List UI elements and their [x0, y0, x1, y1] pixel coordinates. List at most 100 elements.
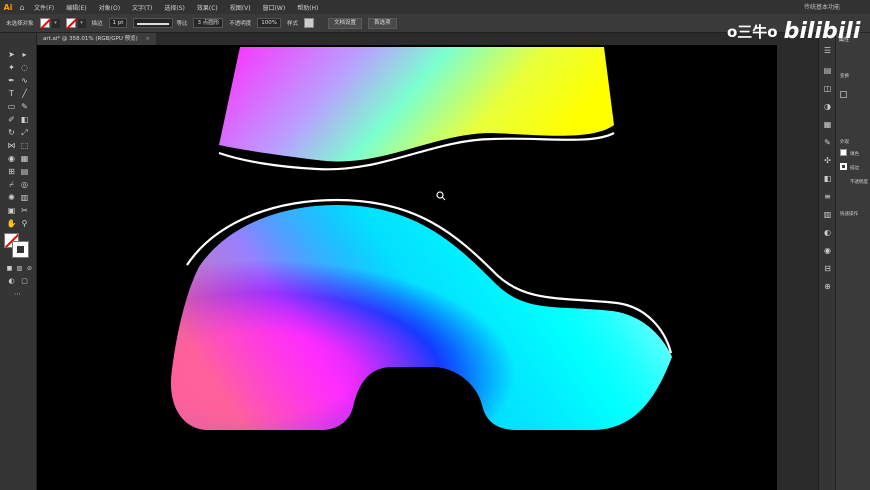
properties-panel: 属性 变换 外观 填色 描边 不透明度 快速操作 [836, 33, 870, 490]
shaper-tool-icon[interactable]: ✐ [6, 114, 17, 125]
menu-type[interactable]: 文字(T) [126, 3, 158, 12]
stroke-profile-preview[interactable] [133, 18, 174, 28]
hand-tool-icon[interactable]: ✋ [6, 218, 17, 229]
tools-panel: ➤ ▸ ✦ ◌ ✒ ∿ T ╱ ▭ ✎ ✐ ◧ ↻ ⤢ ⋈ ⬚ ◉ ▦ ⊞ ▤ … [0, 33, 37, 490]
bilibili-logo: bilibili [783, 18, 861, 44]
appearance-icon[interactable]: ◉ [822, 245, 833, 256]
selection-state: 未选择对象 [6, 21, 34, 27]
bottom-gradient-overlay [171, 205, 672, 430]
rectangle-tool-icon[interactable]: ▭ [6, 101, 17, 112]
screen-mode-icon[interactable]: ▢ [19, 276, 30, 287]
chevron-down-icon[interactable]: ▾ [77, 18, 86, 28]
eyedropper-icon[interactable]: ⌿ [6, 179, 17, 190]
direct-selection-tool-icon[interactable]: ▸ [19, 49, 30, 60]
panel-dock: ☰ ▤ ◫ ◑ ▦ ✎ ✣ ◧ ≡ ▥ ◐ ◉ ⊟ ⊕ [818, 33, 836, 490]
eraser-icon[interactable]: ◧ [19, 114, 30, 125]
align-icon[interactable]: ⊟ [822, 263, 833, 274]
slice-tool-icon[interactable]: ✂ [19, 205, 30, 216]
symbol-sprayer-icon[interactable]: ✺ [6, 192, 17, 203]
paintbrush-icon[interactable]: ✎ [19, 101, 30, 112]
variable-width-profile[interactable]: 等比 [133, 18, 187, 28]
menu-select[interactable]: 选择(S) [158, 3, 191, 12]
stroke-control[interactable]: ▾ [65, 18, 86, 28]
top-gradient-shape[interactable] [219, 47, 614, 162]
stroke-none-swatch[interactable] [65, 18, 76, 28]
opacity-field[interactable]: 100% [257, 18, 281, 28]
mesh-tool-icon[interactable]: ⊞ [6, 166, 17, 177]
perspective-grid-icon[interactable]: ▦ [19, 153, 30, 164]
width-tool-icon[interactable]: ⋈ [6, 140, 17, 151]
menu-effect[interactable]: 效果(C) [191, 3, 224, 12]
gradient-panel-icon[interactable]: ▥ [822, 209, 833, 220]
close-icon[interactable]: × [146, 36, 151, 42]
watermark-text: o三牛o [727, 22, 778, 41]
pathfinder-icon[interactable]: ⊕ [822, 281, 833, 292]
none-mode-icon[interactable]: ⊘ [24, 263, 35, 274]
scale-tool-icon[interactable]: ⤢ [19, 127, 30, 138]
rotate-tool-icon[interactable]: ↻ [6, 127, 17, 138]
stroke-panel-icon[interactable]: ≡ [822, 191, 833, 202]
stroke-label[interactable]: 描边 [92, 19, 103, 27]
fill-none-swatch[interactable] [39, 18, 50, 28]
curvature-tool-icon[interactable]: ∿ [19, 75, 30, 86]
libraries-icon[interactable]: ◫ [822, 83, 833, 94]
edit-toolbar-icon[interactable]: ⋯ [12, 289, 23, 300]
cursor-icon [436, 191, 446, 201]
draw-mode-icon[interactable]: ◐ [6, 276, 17, 287]
blend-tool-icon[interactable]: ◎ [19, 179, 30, 190]
menu-object[interactable]: 对象(O) [93, 3, 126, 12]
stroke-weight-field[interactable]: 1 pt [108, 18, 128, 28]
reference-point-icon[interactable] [840, 91, 847, 98]
artboard-canvas[interactable] [37, 45, 777, 490]
panel-collapse-strip[interactable] [810, 33, 818, 490]
appearance-label: 外观 [840, 140, 849, 145]
illustrator-window: Ai ⌂ 文件(F) 编辑(E) 对象(O) 文字(T) 选择(S) 效果(C)… [0, 0, 870, 490]
watermark: o三牛o bilibili [727, 14, 860, 48]
opacity-label[interactable]: 不透明度 [229, 19, 251, 27]
stroke-swatch[interactable] [12, 241, 29, 258]
selection-tool-icon[interactable]: ➤ [6, 49, 17, 60]
fill-stroke-widget[interactable] [4, 233, 32, 259]
home-icon[interactable]: ⌂ [16, 3, 28, 12]
document-tab[interactable]: art.ai* @ 358.01% (RGB/GPU 预览) × [37, 33, 157, 45]
swatches-icon[interactable]: ▦ [822, 119, 833, 130]
type-tool-icon[interactable]: T [6, 88, 17, 99]
fill-swatch-small[interactable] [840, 149, 847, 156]
line-tool-icon[interactable]: ╱ [19, 88, 30, 99]
transform-label: 变换 [840, 74, 849, 79]
zoom-tool-icon[interactable]: ⚲ [19, 218, 30, 229]
fill-control[interactable]: ▾ [39, 18, 60, 28]
gradient-tool-icon[interactable]: ▤ [19, 166, 30, 177]
transparency-icon[interactable]: ◐ [822, 227, 833, 238]
color-icon[interactable]: ◑ [822, 101, 833, 112]
free-transform-icon[interactable]: ⬚ [19, 140, 30, 151]
graph-tool-icon[interactable]: ▥ [19, 192, 30, 203]
menu-view[interactable]: 视图(V) [224, 3, 257, 12]
opacity-label-panel: 不透明度 [850, 180, 868, 185]
graphic-styles-icon[interactable]: ◧ [822, 173, 833, 184]
artwork[interactable] [37, 45, 777, 490]
document-setup-button[interactable]: 文档设置 [327, 17, 362, 29]
layers-icon[interactable]: ▤ [822, 65, 833, 76]
symbols-icon[interactable]: ✣ [822, 155, 833, 166]
stroke-swatch-small[interactable] [840, 163, 847, 170]
artboard-tool-icon[interactable]: ▣ [6, 205, 17, 216]
preferences-button[interactable]: 首选项 [367, 17, 397, 29]
style-swatch[interactable] [303, 18, 314, 28]
brush-definition[interactable]: 3 点圆形 [193, 18, 224, 28]
menu-window[interactable]: 窗口(W) [257, 3, 292, 12]
magic-wand-icon[interactable]: ✦ [6, 62, 17, 73]
pen-tool-icon[interactable]: ✒ [6, 75, 17, 86]
fill-label: 填色 [850, 152, 859, 157]
chevron-down-icon[interactable]: ▾ [51, 18, 60, 28]
style-label: 样式 [286, 21, 298, 27]
menu-file[interactable]: 文件(F) [28, 3, 60, 12]
document-tab-title: art.ai* @ 358.01% (RGB/GPU 预览) [43, 36, 138, 42]
document-tab-bar: art.ai* @ 358.01% (RGB/GPU 预览) × [37, 33, 777, 45]
shape-builder-icon[interactable]: ◉ [6, 153, 17, 164]
menu-help[interactable]: 帮助(H) [291, 3, 324, 12]
lasso-icon[interactable]: ◌ [19, 62, 30, 73]
brushes-icon[interactable]: ✎ [822, 137, 833, 148]
workspace-switcher[interactable]: 传统基本功能 [804, 2, 840, 11]
menu-edit[interactable]: 编辑(E) [60, 3, 92, 12]
